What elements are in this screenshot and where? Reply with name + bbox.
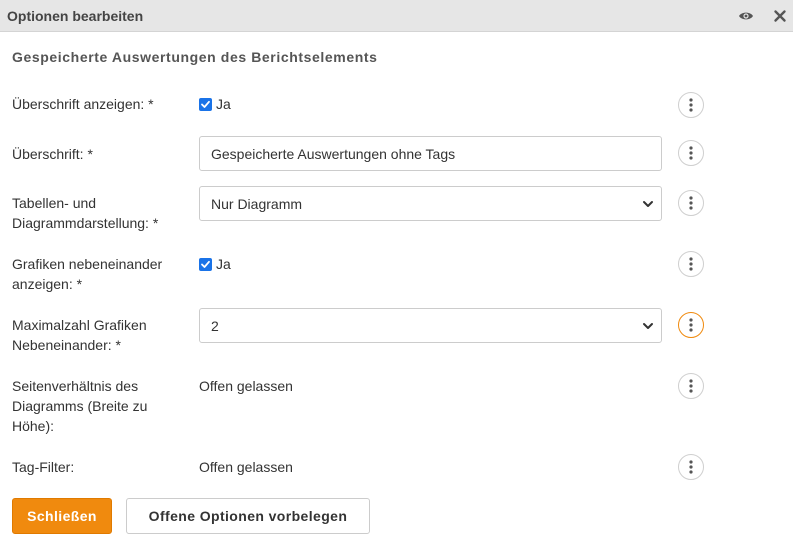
tag-filter-label: Tag-Filter: (12, 459, 75, 475)
close-button[interactable]: Schließen (12, 498, 112, 534)
more-vertical-icon (689, 146, 693, 160)
tag-filter-value: Offen gelassen (199, 459, 293, 475)
checkbox-checked-icon[interactable] (199, 97, 212, 111)
max-side-by-side-options-button[interactable] (678, 312, 704, 338)
aspect-ratio-options-button[interactable] (678, 373, 704, 399)
eye-icon[interactable] (738, 8, 754, 24)
prefill-open-options-button[interactable]: Offene Optionen vorbelegen (126, 498, 370, 534)
tag-filter-options-button[interactable] (678, 454, 704, 480)
more-vertical-icon (689, 98, 693, 112)
close-icon[interactable] (772, 8, 788, 24)
side-by-side-checkbox-label: Ja (216, 256, 231, 272)
show-heading-label: Überschrift anzeigen: * (12, 96, 154, 112)
side-by-side-checkbox[interactable]: Ja (199, 256, 231, 272)
side-by-side-options-button[interactable] (678, 251, 704, 277)
checkbox-checked-icon[interactable] (199, 257, 212, 271)
max-side-by-side-label: Maximalzahl Grafiken Nebeneinander: * (12, 317, 147, 353)
heading-label: Überschrift: * (12, 146, 93, 162)
aspect-ratio-label: Seitenverhältnis des Diagramms (Breite z… (12, 378, 148, 434)
dialog-title: Optionen bearbeiten (7, 8, 144, 24)
heading-options-button[interactable] (678, 140, 704, 166)
more-vertical-icon (689, 196, 693, 210)
section-title: Gespeicherte Auswertungen des Berichtsel… (12, 49, 378, 65)
more-vertical-icon (689, 318, 693, 332)
more-vertical-icon (689, 379, 693, 393)
chevron-down-icon (643, 201, 653, 207)
side-by-side-label: Grafiken nebeneinander anzeigen: * (12, 256, 163, 292)
show-heading-checkbox-label: Ja (216, 96, 231, 112)
show-heading-options-button[interactable] (678, 92, 704, 118)
display-mode-select[interactable]: Nur Diagramm (199, 186, 662, 221)
more-vertical-icon (689, 257, 693, 271)
dialog-titlebar: Optionen bearbeiten (0, 0, 793, 32)
chevron-down-icon (643, 323, 653, 329)
max-side-by-side-select[interactable]: 2 (199, 308, 662, 343)
display-mode-selected: Nur Diagramm (211, 195, 303, 212)
max-side-by-side-selected: 2 (211, 317, 219, 334)
more-vertical-icon (689, 460, 693, 474)
aspect-ratio-value: Offen gelassen (199, 378, 293, 394)
show-heading-checkbox[interactable]: Ja (199, 96, 231, 112)
display-mode-options-button[interactable] (678, 190, 704, 216)
display-mode-label: Tabellen- und Diagrammdarstellung: * (12, 195, 159, 231)
heading-input[interactable]: Gespeicherte Auswertungen ohne Tags (199, 136, 662, 171)
